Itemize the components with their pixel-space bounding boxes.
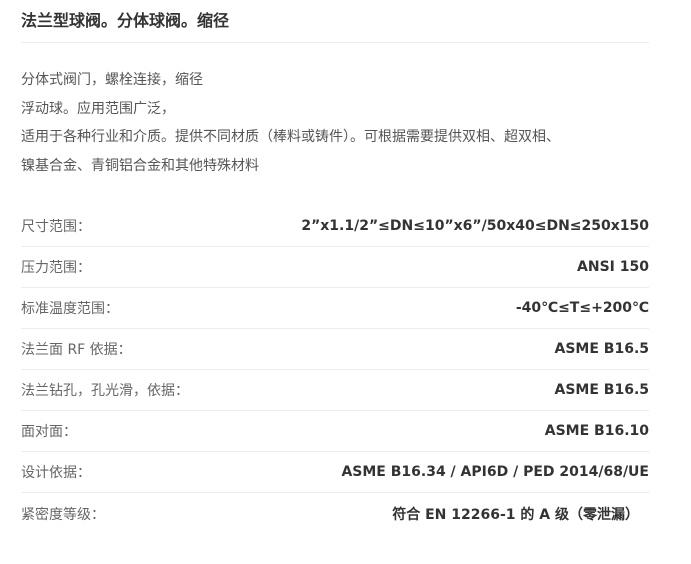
product-description: 分体式阀门，螺栓连接，缩径 浮动球。应用范围广泛， 适用于各种行业和介质。提供不… — [21, 66, 649, 180]
spec-table: 尺寸范围： 2”x1.1/2”≤DN≤10”x6”/50x40≤DN≤250x1… — [21, 206, 649, 534]
spec-value: 2”x1.1/2”≤DN≤10”x6”/50x40≤DN≤250x150 — [301, 218, 649, 234]
description-line: 浮动球。应用范围广泛， — [21, 100, 175, 117]
spec-label: 设计依据： — [21, 465, 91, 481]
spec-label: 压力范围： — [21, 260, 91, 276]
page-title: 法兰型球阀。分体球阀。缩径 — [21, 0, 649, 43]
spec-label: 尺寸范围： — [21, 219, 91, 235]
spec-row-pressure-range: 压力范围： ANSI 150 — [21, 247, 649, 288]
description-line: 分体式阀门，螺栓连接，缩径 — [21, 72, 203, 88]
description-line: 适用于各种行业和介质。提供不同材质（棒料或铸件）。可根据需要提供双相、超双相、 — [21, 129, 560, 145]
spec-row-size-range: 尺寸范围： 2”x1.1/2”≤DN≤10”x6”/50x40≤DN≤250x1… — [21, 206, 649, 247]
spec-row-design-standard: 设计依据： ASME B16.34 / API6D / PED 2014/68/… — [21, 452, 649, 493]
spec-label: 法兰面 RF 依据： — [21, 342, 132, 358]
spec-label: 法兰钻孔，孔光滑，依据： — [21, 383, 189, 399]
spec-label: 面对面： — [21, 424, 77, 440]
description-line: 镍基合金、青铜铝合金和其他特殊材料 — [21, 157, 259, 174]
spec-value: ASME B16.34 / API6D / PED 2014/68/UE — [341, 464, 649, 480]
spec-row-tightness-class: 紧密度等级： 符合 EN 12266-1 的 A 级（零泄漏） — [21, 493, 649, 534]
spec-value: ASME B16.10 — [544, 423, 649, 439]
spec-row-temperature-range: 标准温度范围： -40℃≤T≤+200℃ — [21, 288, 649, 329]
spec-row-face-to-face: 面对面： ASME B16.10 — [21, 411, 649, 452]
spec-label: 标准温度范围： — [21, 301, 119, 317]
spec-row-flange-drilling: 法兰钻孔，孔光滑，依据： ASME B16.5 — [21, 370, 649, 411]
product-spec-page: 法兰型球阀。分体球阀。缩径 分体式阀门，螺栓连接，缩径 浮动球。应用范围广泛， … — [0, 0, 691, 564]
spec-label: 紧密度等级： — [21, 506, 105, 523]
spec-value: ASME B16.5 — [554, 382, 650, 398]
spec-row-flange-face: 法兰面 RF 依据： ASME B16.5 — [21, 329, 649, 370]
spec-value: ANSI 150 — [577, 259, 649, 275]
spec-value: ASME B16.5 — [554, 341, 650, 357]
spec-value: -40℃≤T≤+200℃ — [515, 300, 649, 316]
spec-value: 符合 EN 12266-1 的 A 级（零泄漏） — [392, 506, 639, 523]
